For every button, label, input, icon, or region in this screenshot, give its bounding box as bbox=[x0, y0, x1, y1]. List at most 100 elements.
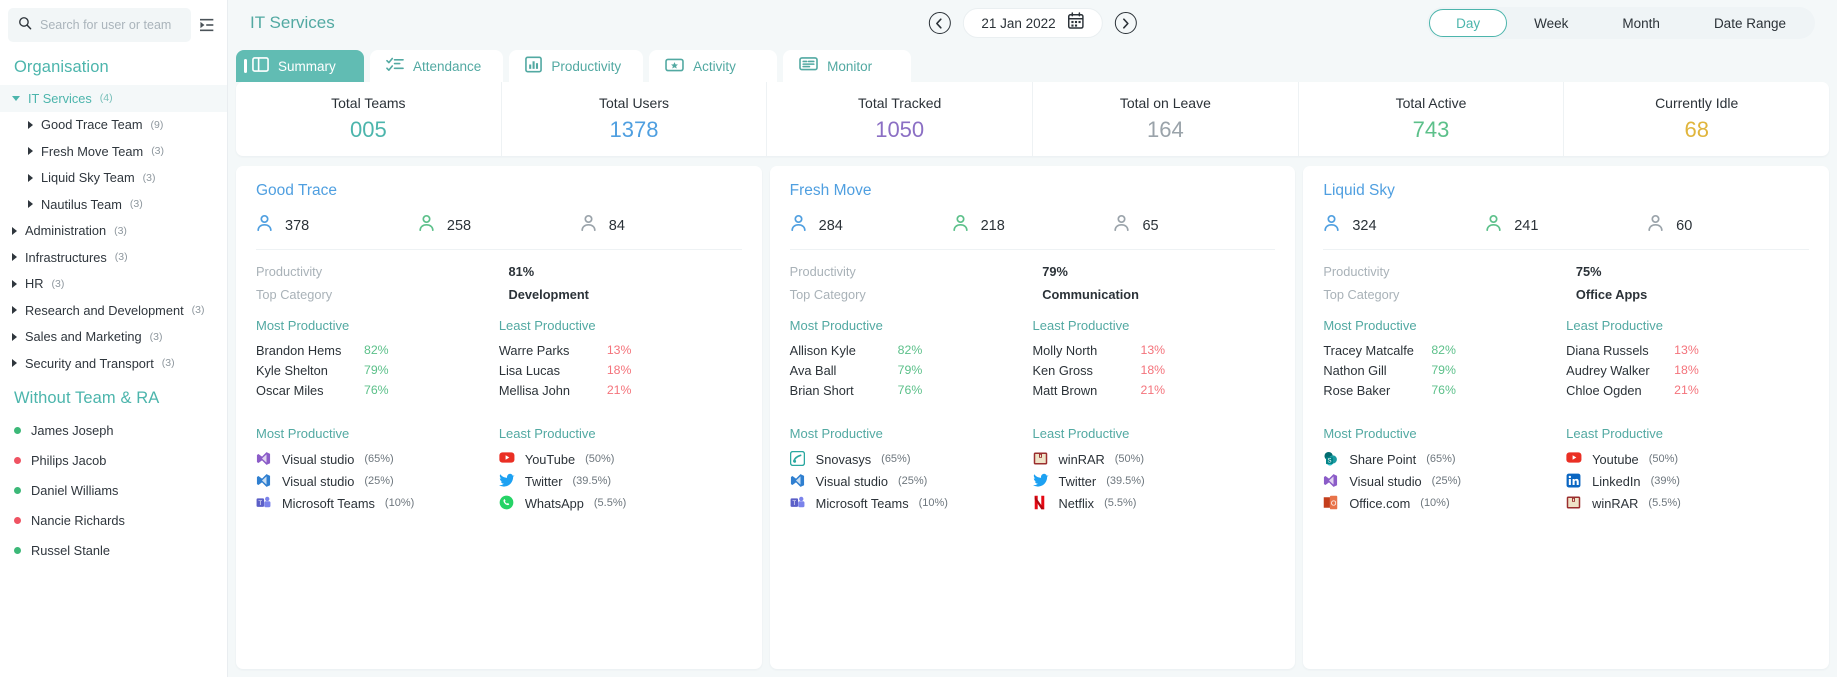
tree-item-label: Nautilus Team bbox=[41, 196, 122, 212]
chevron-right-icon[interactable] bbox=[12, 279, 17, 288]
tree-item-sales-and-marketing[interactable]: Sales and Marketing (3) bbox=[0, 324, 227, 351]
tree-item-good-trace-team[interactable]: Good Trace Team (9) bbox=[0, 112, 227, 139]
tab-monitor[interactable]: Monitor bbox=[783, 50, 912, 82]
tree-item-label: Infrastructures bbox=[25, 249, 107, 265]
chevron-right-icon[interactable] bbox=[28, 120, 33, 129]
app-percent: (50%) bbox=[1648, 453, 1679, 465]
chevron-right-icon[interactable] bbox=[12, 332, 17, 341]
chevron-right-icon[interactable] bbox=[28, 147, 33, 156]
user-list-item[interactable]: James Joseph bbox=[0, 416, 227, 446]
tree-item-research-and-development[interactable]: Research and Development (3) bbox=[0, 297, 227, 324]
person-name: Matt Brown bbox=[1032, 382, 1098, 398]
chevron-left-circle-icon[interactable] bbox=[928, 12, 951, 34]
tree-item-liquid-sky-team[interactable]: Liquid Sky Team (3) bbox=[0, 165, 227, 192]
tab-activity[interactable]: Activity bbox=[649, 50, 778, 82]
kpi-currently-idle: Currently Idle 68 bbox=[1564, 82, 1829, 156]
app-row: Visual studio (25%) bbox=[256, 470, 499, 492]
app-percent: (65%) bbox=[881, 453, 911, 465]
person-row: Rose Baker 76% bbox=[1323, 380, 1566, 400]
status-dot-offline bbox=[14, 517, 21, 524]
person-row: Ken Gross 18% bbox=[1033, 360, 1276, 380]
netflix-icon bbox=[1033, 495, 1049, 511]
person-name: Oscar Miles bbox=[256, 382, 324, 398]
chevron-right-circle-icon[interactable] bbox=[1114, 12, 1137, 34]
person-name: Brian Short bbox=[789, 382, 854, 398]
app-percent: (10%) bbox=[384, 497, 415, 509]
team-card-liquid-sky: Liquid Sky 324 241 60 Productivity 75% Top Cat… bbox=[1303, 166, 1830, 669]
user-name: James Joseph bbox=[31, 423, 114, 438]
tree-item-nautilus-team[interactable]: Nautilus Team (3) bbox=[0, 191, 227, 218]
tree-item-administration[interactable]: Administration (3) bbox=[0, 218, 227, 245]
mode-button-day[interactable]: Day bbox=[1429, 9, 1508, 37]
stat-label: Productivity bbox=[256, 264, 323, 279]
chevron-right-icon[interactable] bbox=[12, 359, 17, 368]
stat-top-category: Top Category Development bbox=[256, 283, 742, 306]
tab-summary[interactable]: Summary bbox=[236, 50, 364, 82]
chevron-right-icon[interactable] bbox=[12, 253, 17, 262]
calendar-icon bbox=[1067, 12, 1084, 34]
person-percent: 18% bbox=[1140, 363, 1166, 377]
stat-value: 75% bbox=[1575, 264, 1602, 279]
team-count: 65 bbox=[1113, 214, 1275, 237]
chevron-right-icon[interactable] bbox=[12, 306, 17, 315]
stat-top-category: Top Category Communication bbox=[790, 283, 1276, 306]
search-box[interactable] bbox=[8, 8, 191, 42]
search-input[interactable] bbox=[40, 18, 181, 32]
date-picker-button[interactable]: 21 Jan 2022 bbox=[962, 8, 1103, 38]
app-percent: (25%) bbox=[898, 475, 928, 487]
app-percent: (65%) bbox=[364, 453, 394, 465]
user-icon bbox=[1323, 214, 1340, 237]
tree-item-count: (3) bbox=[129, 198, 143, 211]
tree-item-infrastructures[interactable]: Infrastructures (3) bbox=[0, 244, 227, 271]
team-count: 84 bbox=[580, 214, 742, 237]
tree-item-security-and-transport[interactable]: Security and Transport (3) bbox=[0, 350, 227, 377]
user-list-item[interactable]: Nancie Richards bbox=[0, 506, 227, 536]
mode-button-week[interactable]: Week bbox=[1507, 9, 1595, 37]
active-tab-indicator bbox=[244, 59, 247, 73]
app-name: winRAR bbox=[1592, 495, 1639, 511]
tree-item-hr[interactable]: HR (3) bbox=[0, 271, 227, 298]
mode-button-month[interactable]: Month bbox=[1595, 9, 1687, 37]
app-name: WhatsApp bbox=[524, 495, 584, 511]
person-percent: 76% bbox=[1431, 383, 1456, 397]
chevron-down-icon[interactable] bbox=[12, 95, 20, 101]
visual-studio-icon bbox=[790, 473, 806, 489]
app-name: Netflix bbox=[1058, 495, 1095, 511]
user-list-item[interactable]: Russel Stanle bbox=[0, 536, 227, 566]
app-percent: (10%) bbox=[918, 497, 948, 509]
status-dot-online bbox=[14, 427, 21, 434]
user-list-item[interactable]: Daniel Williams bbox=[0, 476, 227, 506]
status-dot-online bbox=[14, 487, 21, 494]
svg-text:T: T bbox=[258, 500, 262, 507]
tree-item-count: (3) bbox=[149, 330, 163, 343]
tab-productivity[interactable]: Productivity bbox=[509, 50, 644, 82]
tree-item-fresh-move-team[interactable]: Fresh Move Team (3) bbox=[0, 138, 227, 165]
chevron-right-icon[interactable] bbox=[28, 173, 33, 182]
kpi-label: Currently Idle bbox=[1655, 95, 1739, 111]
sharepoint-icon: S bbox=[1323, 451, 1339, 467]
collapse-panel-icon[interactable] bbox=[197, 14, 219, 36]
mode-button-date-range[interactable]: Date Range bbox=[1687, 9, 1813, 37]
stat-value: 79% bbox=[1042, 264, 1068, 279]
column-heading: Most Productive bbox=[1323, 318, 1417, 333]
youtube-icon bbox=[499, 451, 515, 467]
user-name: Philips Jacob bbox=[31, 453, 107, 468]
person-percent: 21% bbox=[1674, 383, 1699, 397]
whatsapp-icon bbox=[499, 495, 515, 511]
user-list-item[interactable]: Philips Jacob bbox=[0, 446, 227, 476]
tree-item-it-services[interactable]: IT Services (4) bbox=[0, 85, 227, 112]
app-name: Office.com bbox=[1349, 495, 1411, 511]
chevron-right-icon[interactable] bbox=[12, 226, 17, 235]
stat-value: 81% bbox=[508, 264, 535, 279]
team-count-value: 378 bbox=[285, 217, 310, 234]
kpi-value: 743 bbox=[1412, 117, 1450, 142]
user-icon bbox=[952, 214, 969, 237]
person-row: Brandon Hems 82% bbox=[256, 340, 499, 360]
tree-item-count: (3) bbox=[142, 171, 156, 184]
chevron-right-icon[interactable] bbox=[28, 200, 33, 209]
kpi-total-on-leave: Total on Leave 164 bbox=[1033, 82, 1299, 156]
microsoft-teams-icon: T bbox=[256, 495, 272, 511]
monitor-screen-icon bbox=[799, 56, 818, 76]
tab-attendance[interactable]: Attendance bbox=[370, 50, 504, 82]
tab-strip: Summary Attendance Productivity Activity Mon… bbox=[228, 46, 1837, 82]
